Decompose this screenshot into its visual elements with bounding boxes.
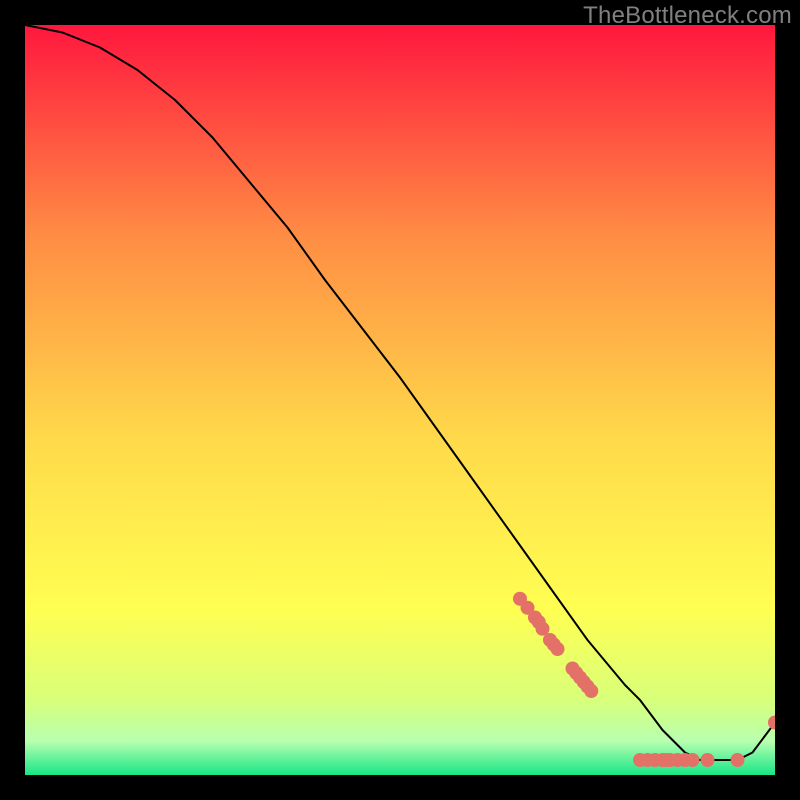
- highlight-point: [731, 753, 745, 767]
- highlight-point: [551, 642, 565, 656]
- plot-svg: [25, 25, 775, 775]
- highlight-point: [701, 753, 715, 767]
- gradient-background: [25, 25, 775, 775]
- bottleneck-plot: [25, 25, 775, 775]
- chart-frame: TheBottleneck.com: [0, 0, 800, 800]
- highlight-point: [686, 753, 700, 767]
- highlight-point: [584, 684, 598, 698]
